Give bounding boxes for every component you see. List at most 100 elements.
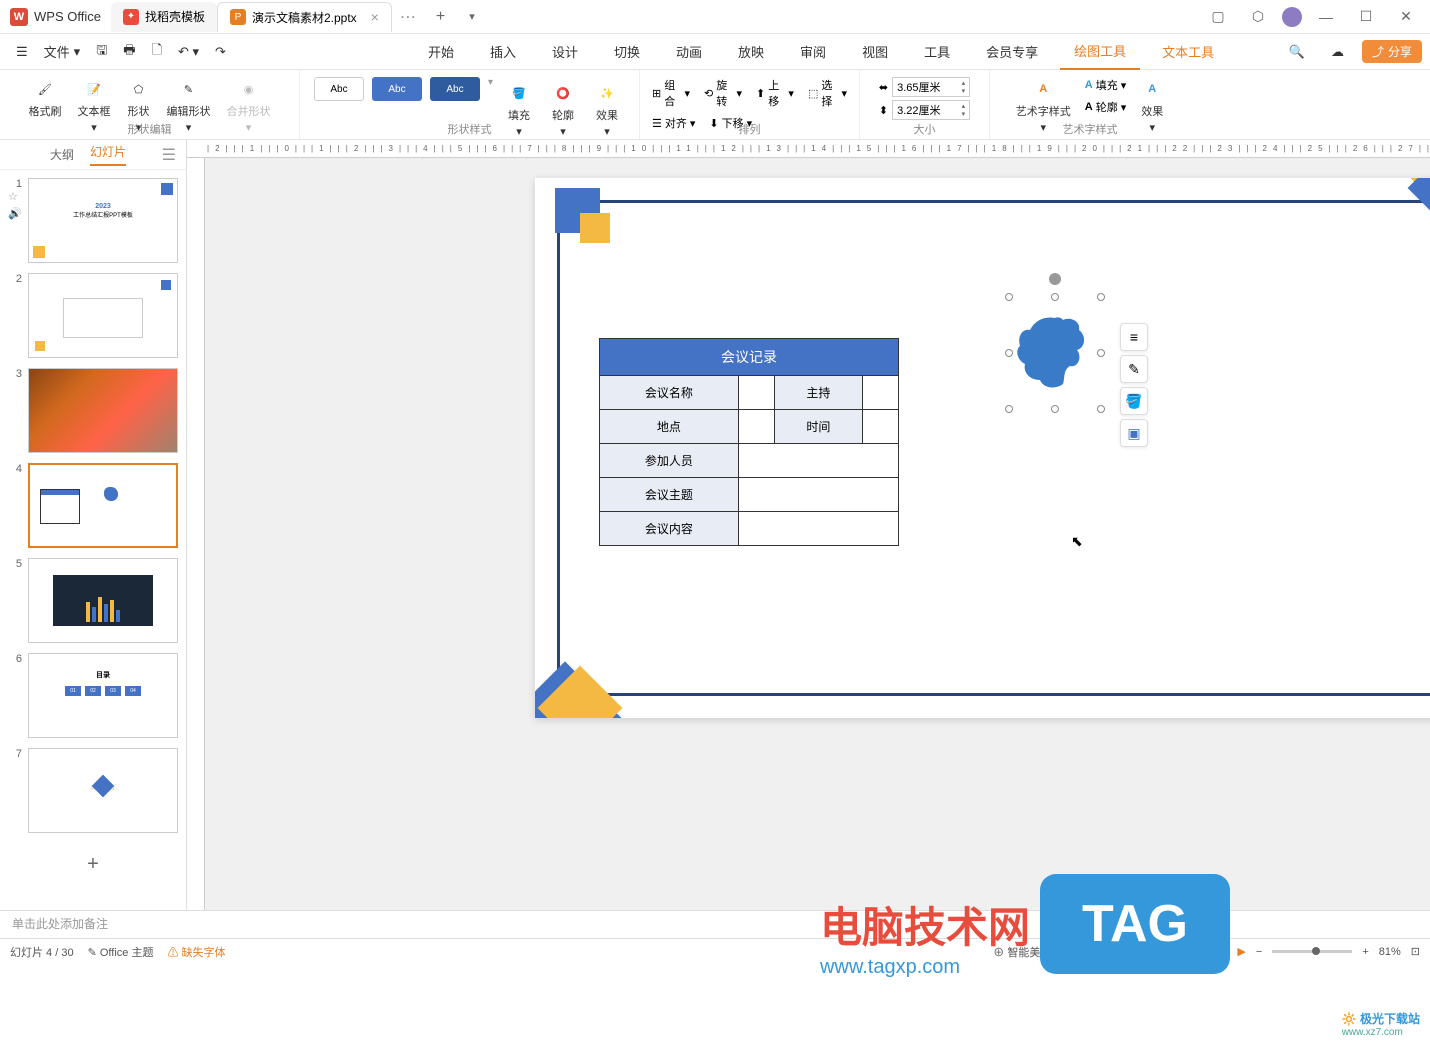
resize-handle[interactable] — [1097, 349, 1105, 357]
zoom-in-button[interactable]: + — [1362, 946, 1368, 958]
panel-menu-icon[interactable]: ☰ — [162, 145, 176, 165]
outline-button[interactable]: ⭕轮廓▾ — [545, 77, 581, 142]
redo-button[interactable]: ↷ — [207, 38, 234, 66]
resize-handle[interactable] — [1005, 405, 1013, 413]
shape-style-3[interactable]: Abc — [430, 77, 480, 101]
resize-handle[interactable] — [1097, 293, 1105, 301]
effect-button[interactable]: ✨效果▾ — [589, 77, 625, 142]
slide-thumb-7[interactable]: PART 01 — [28, 748, 178, 833]
tab-tools[interactable]: 工具 — [910, 34, 964, 70]
maximize-button[interactable]: ☐ — [1350, 3, 1382, 31]
tab-document[interactable]: P 演示文稿素材2.pptx × — [217, 2, 392, 32]
float-layers-button[interactable]: ≡ — [1120, 323, 1148, 351]
tab-insert[interactable]: 插入 — [476, 34, 530, 70]
avatar[interactable] — [1282, 7, 1302, 27]
slide-thumb-5[interactable] — [28, 558, 178, 643]
ppt-icon: P — [230, 9, 246, 25]
add-tab-button[interactable]: + — [424, 8, 457, 26]
tab-overflow[interactable]: ⋯ — [392, 7, 424, 27]
fit-icon[interactable]: ⊡ — [1411, 945, 1420, 958]
tab-drawing-tools[interactable]: 绘图工具 — [1060, 34, 1140, 70]
menu-toggle[interactable]: ☰ — [8, 38, 36, 66]
group-button[interactable]: ⊞ 组合▾ — [648, 75, 694, 111]
width-input[interactable]: 3.65厘米▴▾ — [892, 77, 970, 97]
tab-animation[interactable]: 动画 — [662, 34, 716, 70]
slide-thumb-3[interactable] — [28, 368, 178, 453]
group-label: 艺术字样式 — [1063, 121, 1118, 137]
group-label: 排列 — [739, 121, 761, 137]
share-button[interactable]: ⤴ 分享 — [1362, 40, 1422, 63]
tab-menu[interactable]: ▾ — [457, 10, 487, 23]
tab-template[interactable]: ✦ 找稻壳模板 — [111, 2, 217, 32]
slide-thumb-6[interactable]: 目录01020304 — [28, 653, 178, 738]
outline-tab[interactable]: 大纲 — [50, 146, 74, 163]
corner-accent-bl — [535, 618, 635, 718]
fill-button[interactable]: 🪣填充▾ — [501, 77, 537, 142]
meeting-table[interactable]: 会议记录 会议名称主持 地点时间 参加人员 会议主题 会议内容 — [599, 338, 899, 546]
group-label: 形状编辑 — [128, 121, 172, 137]
merge-shape-button[interactable]: ◉合并形状▾ — [221, 73, 277, 138]
print-icon[interactable]: 🖶 — [115, 38, 143, 66]
slide-number: 3 — [8, 368, 22, 453]
shape-style-2[interactable]: Abc — [372, 77, 422, 101]
float-edit-button[interactable]: ✎ — [1120, 355, 1148, 383]
resize-handle[interactable] — [1051, 405, 1059, 413]
float-crop-button[interactable]: ▣ — [1120, 419, 1148, 447]
float-paint-button[interactable]: 🪣 — [1120, 387, 1148, 415]
rotate-handle[interactable] — [1049, 273, 1061, 285]
tab-slideshow[interactable]: 放映 — [724, 34, 778, 70]
tab-design[interactable]: 设计 — [538, 34, 592, 70]
tab-member[interactable]: 会员专享 — [972, 34, 1052, 70]
art-fill-button[interactable]: A 填充▾ — [1081, 75, 1130, 95]
rotate-button[interactable]: ⟲ 旋转▾ — [700, 75, 746, 111]
resize-handle[interactable] — [1005, 293, 1013, 301]
height-icon: ⬍ — [879, 104, 888, 117]
cloud-icon[interactable]: ☁ — [1323, 38, 1352, 66]
slide-thumb-4[interactable] — [28, 463, 178, 548]
zoom-out-button[interactable]: − — [1256, 946, 1262, 958]
tab-view[interactable]: 视图 — [848, 34, 902, 70]
slide-thumb-1[interactable]: 2023工作总结汇报PPT模板 — [28, 178, 178, 263]
select-button[interactable]: ⬚ 选择▾ — [804, 75, 851, 111]
art-outline-button[interactable]: A 轮廓▾ — [1081, 97, 1130, 117]
zoom-level[interactable]: 81% — [1379, 946, 1401, 958]
format-painter-button[interactable]: 🖌格式刷 — [23, 73, 68, 123]
tab-start[interactable]: 开始 — [414, 34, 468, 70]
table-title: 会议记录 — [600, 339, 899, 376]
add-slide-button[interactable]: + — [8, 843, 178, 886]
cube-icon[interactable]: ⬡ — [1242, 3, 1274, 31]
tab-review[interactable]: 审阅 — [786, 34, 840, 70]
search-icon[interactable]: 🔍 — [1281, 38, 1313, 66]
view-slideshow-icon[interactable]: ▶ — [1237, 945, 1245, 958]
status-theme[interactable]: ✎ Office 主题 — [88, 944, 154, 960]
sound-icon: 🔊 — [8, 207, 22, 220]
minimize-button[interactable]: — — [1310, 3, 1342, 31]
shape-style-1[interactable]: Abc — [314, 77, 364, 101]
tab-transition[interactable]: 切换 — [600, 34, 654, 70]
preview-icon[interactable]: 🗋 — [144, 38, 170, 66]
align-button[interactable]: ☰ 对齐▾ — [648, 113, 699, 133]
slide-thumb-2[interactable] — [28, 273, 178, 358]
slide-canvas[interactable]: 会议记录 会议名称主持 地点时间 参加人员 会议主题 会议内容 — [535, 178, 1430, 718]
height-input[interactable]: 3.22厘米▴▾ — [892, 100, 970, 120]
status-missing-font[interactable]: ⚠ 缺失字体 — [167, 944, 225, 960]
textbox-button[interactable]: 📝文本框▾ — [72, 73, 117, 138]
slide-number: 4 — [8, 463, 22, 548]
slides-tab[interactable]: 幻灯片 — [90, 143, 126, 166]
selected-shape[interactable] — [1005, 293, 1105, 413]
resize-handle[interactable] — [1097, 405, 1105, 413]
undo-button[interactable]: ↶ ▾ — [170, 38, 207, 66]
slide-number: 2 — [8, 273, 22, 358]
close-icon[interactable]: × — [371, 9, 379, 25]
close-button[interactable]: ✕ — [1390, 3, 1422, 31]
resize-handle[interactable] — [1005, 349, 1013, 357]
app-name: WPS Office — [34, 9, 101, 24]
art-effect-button[interactable]: A效果▾ — [1134, 73, 1170, 138]
resize-handle[interactable] — [1051, 293, 1059, 301]
panel-icon[interactable]: ▢ — [1202, 3, 1234, 31]
file-menu[interactable]: 文件 ▾ — [36, 38, 89, 66]
zoom-slider[interactable] — [1272, 950, 1352, 953]
tab-text-tools[interactable]: 文本工具 — [1148, 34, 1228, 70]
save-icon[interactable]: 🖫 — [88, 38, 115, 66]
move-up-button[interactable]: ⬆ 上移▾ — [752, 75, 798, 111]
